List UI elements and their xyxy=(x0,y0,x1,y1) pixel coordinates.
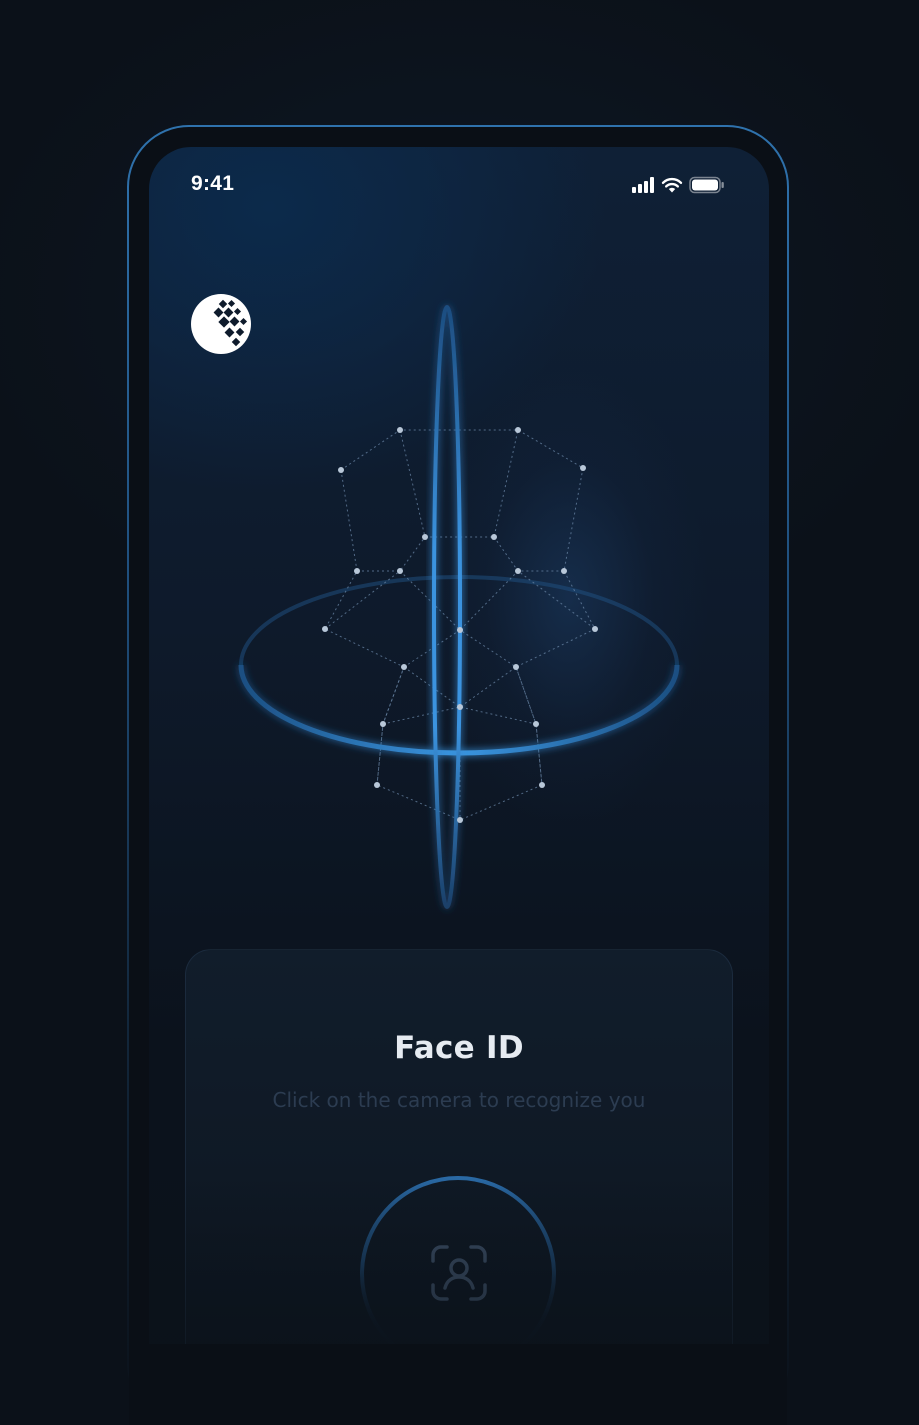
camera-button[interactable] xyxy=(360,1176,556,1344)
card-title: Face ID xyxy=(394,1030,524,1066)
orbit-ring-vertical xyxy=(432,305,462,909)
card-subtitle: Click on the camera to recognize you xyxy=(272,1088,646,1112)
face-id-card: Face ID Click on the camera to recognize… xyxy=(185,949,733,1344)
face-scan-illustration xyxy=(238,305,680,909)
phone-screen: 9:41 Face ID Click on the camera to reco… xyxy=(149,147,769,1344)
face-id-icon xyxy=(431,1245,487,1301)
